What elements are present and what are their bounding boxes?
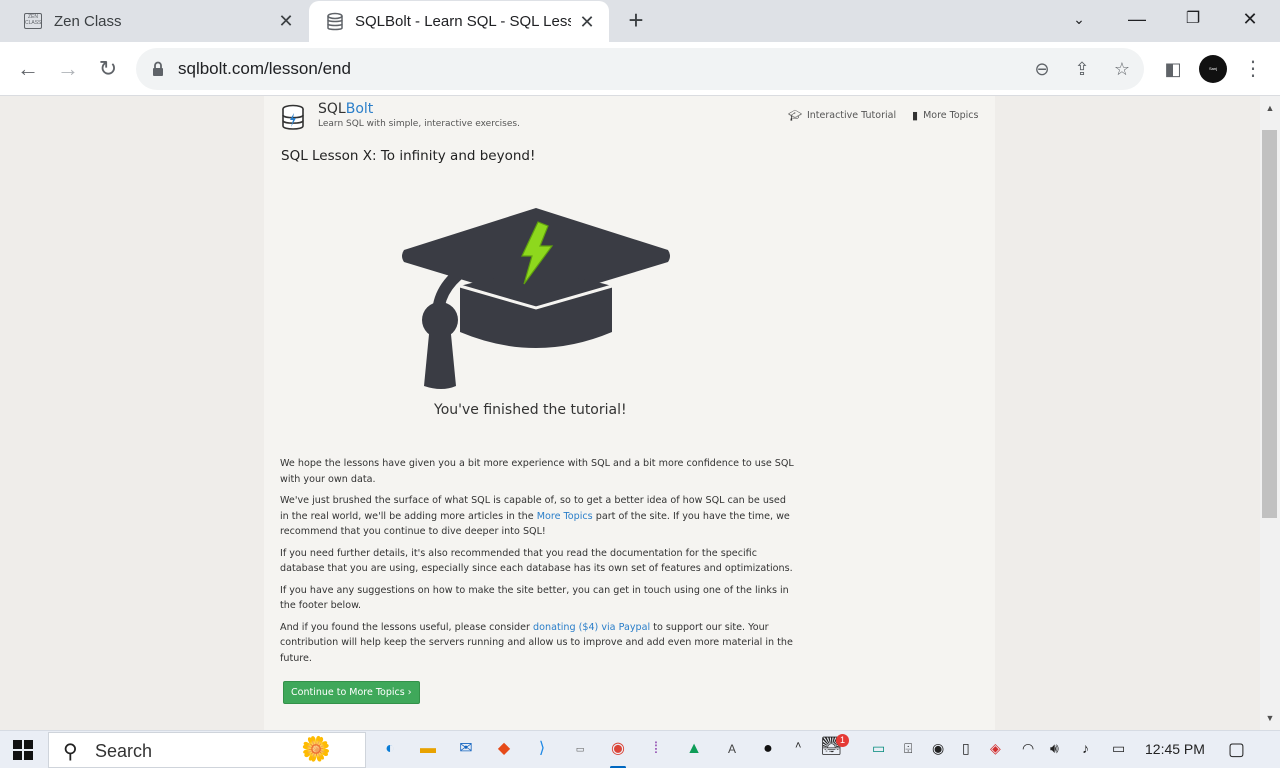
paragraph: We've just brushed the surface of what S…	[280, 493, 795, 540]
text-span: And if you found the lessons useful, ple…	[280, 621, 534, 633]
search-icon: ⚲	[63, 741, 78, 763]
lesson-body: We hope the lessons have given you a bit…	[280, 456, 795, 672]
tab-title: Zen Class	[54, 12, 122, 30]
sqlbolt-logo-icon[interactable]	[280, 104, 306, 132]
zen-class-favicon: ZEN CLASS	[24, 13, 42, 29]
forward-arrow-icon[interactable]: →	[53, 54, 83, 84]
github-icon[interactable]: ●	[756, 737, 780, 761]
tab-title: SQLBolt - Learn SQL - SQL Lesson X: To i…	[355, 13, 571, 30]
close-tab-icon[interactable]: ✕	[276, 11, 296, 31]
search-highlight-flower-icon: 🌼	[301, 736, 331, 763]
database-icon	[327, 12, 343, 30]
security-app-icon[interactable]: ◈	[990, 740, 1001, 757]
tab-search-chevron-icon[interactable]: ⌄	[1063, 4, 1095, 34]
more-topics-link[interactable]: More Topics	[537, 511, 593, 522]
google-drive-icon[interactable]: ▲	[682, 737, 706, 761]
edge-icon[interactable]: ◐	[378, 737, 402, 761]
page-viewport: SQLBolt Learn SQL with simple, interacti…	[0, 96, 1260, 730]
zoom-out-icon[interactable]: ⊖	[1031, 58, 1053, 80]
content-panel: SQLBolt Learn SQL with simple, interacti…	[264, 96, 995, 730]
graduation-cap-illustration	[402, 208, 670, 389]
paragraph: If you need further details, it's also r…	[280, 547, 793, 575]
wifi-icon[interactable]: ◠	[1022, 740, 1034, 757]
windows-start-icon[interactable]	[13, 740, 33, 760]
close-window-button[interactable]: ✕	[1234, 4, 1266, 34]
finished-message: You've finished the tutorial!	[434, 402, 627, 418]
paragraph: If you have any suggestions on how to ma…	[280, 584, 789, 612]
scroll-up-arrow-icon[interactable]: ▲	[1260, 98, 1280, 118]
restore-button[interactable]: ❐	[1177, 4, 1209, 34]
share-icon[interactable]: ⇪	[1071, 58, 1093, 80]
continue-to-more-topics-button[interactable]: Continue to More Topics ›	[283, 681, 420, 704]
zen-class-app-icon[interactable]: ▭	[568, 737, 592, 761]
paragraph: We hope the lessons have given you a bit…	[280, 458, 794, 485]
taskbar-search-box[interactable]: ⚲ Search 🌼	[48, 732, 366, 768]
side-panel-icon[interactable]: ◧	[1160, 56, 1186, 82]
show-hidden-icons-chevron-icon[interactable]: ˄	[795, 740, 801, 752]
bookmark-star-icon[interactable]: ☆	[1111, 58, 1133, 80]
tab-zen-class[interactable]: ZEN CLASS Zen Class ✕	[0, 0, 308, 42]
lock-icon	[153, 61, 163, 76]
site-name[interactable]: SQLBolt	[318, 101, 373, 117]
mail-icon[interactable]: ✉	[454, 737, 478, 761]
font-app-icon[interactable]: A	[720, 737, 744, 761]
windows-taskbar: ⚲ Search 🌼 ◐ ▬ ✉ ◆ ⟩ ▭ ◉ ⁞ ▲ A ● ˄ 🌅︎ 1 …	[0, 730, 1280, 768]
battery-icon[interactable]: ▭	[1112, 740, 1125, 757]
browser-tab-strip: ZEN CLASS Zen Class ✕ SQLBolt - Learn SQ…	[0, 0, 1280, 42]
notification-badge: 1	[836, 734, 849, 747]
display-icon[interactable]: ▭	[872, 740, 885, 757]
back-arrow-icon[interactable]: ←	[13, 54, 43, 84]
paragraph: And if you found the lessons useful, ple…	[280, 620, 795, 667]
lesson-title: SQL Lesson X: To infinity and beyond!	[281, 148, 536, 164]
browser-toolbar: ← → ↻ sqlbolt.com/lesson/end ⊖ ⇪ ☆ ◧ San…	[0, 42, 1280, 96]
address-bar[interactable]: sqlbolt.com/lesson/end ⊖ ⇪ ☆	[136, 48, 1144, 90]
nav-interactive-tutorial[interactable]: 🎓︎ Interactive Tutorial	[788, 109, 896, 122]
search-label: Search	[95, 741, 153, 761]
book-icon: ▮	[912, 109, 919, 122]
vscode-icon[interactable]: ⟩	[530, 737, 554, 761]
speaker-icon[interactable]: 🔊︎	[1050, 740, 1059, 757]
media-icon[interactable]: ♪	[1082, 740, 1089, 756]
scroll-down-arrow-icon[interactable]: ▼	[1260, 708, 1280, 728]
taskbar-clock[interactable]: 12:45 PM	[1145, 741, 1205, 757]
site-tagline: Learn SQL with simple, interactive exerc…	[318, 119, 520, 129]
tab-sqlbolt[interactable]: SQLBolt - Learn SQL - SQL Lesson X: To i…	[309, 1, 609, 42]
camera-icon[interactable]: ⌹	[904, 740, 912, 757]
git-icon[interactable]: ◆	[492, 737, 516, 761]
nav-label: Interactive Tutorial	[806, 110, 897, 121]
url-text[interactable]: sqlbolt.com/lesson/end	[178, 59, 351, 79]
usb-icon[interactable]: ▯	[962, 740, 970, 757]
minimize-button[interactable]: —	[1121, 4, 1153, 34]
nav-label: More Topics	[923, 110, 979, 121]
profile-avatar[interactable]: Sanj	[1199, 55, 1227, 83]
reload-icon[interactable]: ↻	[93, 54, 123, 84]
nav-more-topics[interactable]: ▮ More Topics	[912, 109, 978, 122]
site-name-suffix: Bolt	[345, 101, 374, 117]
page-scrollbar[interactable]: ▲ ▼	[1260, 96, 1280, 730]
site-name-prefix: SQL	[318, 101, 346, 117]
notification-center-icon[interactable]: ▢	[1228, 739, 1245, 760]
close-tab-icon[interactable]: ✕	[577, 12, 597, 32]
graduation-cap-icon: 🎓︎	[788, 109, 802, 122]
file-explorer-icon[interactable]: ▬	[416, 737, 440, 761]
paypal-donate-link[interactable]: donating ($4) via Paypal	[533, 622, 650, 633]
figma-icon[interactable]: ⁞	[644, 737, 668, 761]
scrollbar-thumb[interactable]	[1262, 130, 1277, 518]
menu-kebab-icon[interactable]: ⋮	[1240, 56, 1266, 82]
chrome-icon[interactable]: ◉	[606, 737, 630, 768]
new-tab-button[interactable]: +	[622, 6, 650, 34]
record-icon[interactable]: ◉	[932, 740, 944, 757]
